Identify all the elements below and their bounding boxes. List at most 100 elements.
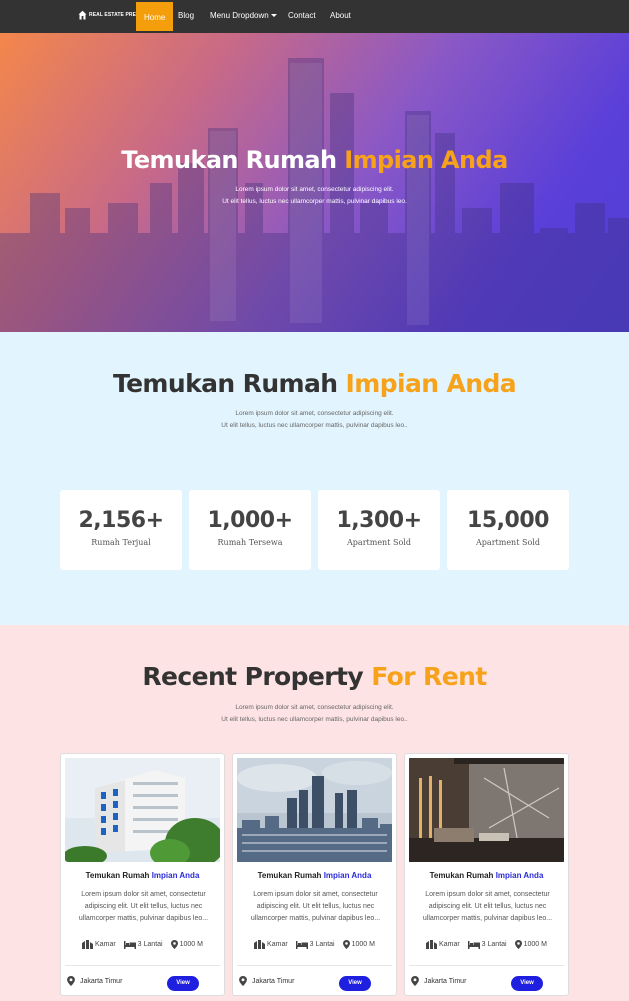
property-location-label: Jakarta Timur (424, 977, 467, 985)
property-image[interactable] (65, 758, 220, 862)
stat-value: 15,000 (467, 508, 549, 533)
city-skyline-image (0, 58, 629, 332)
property-title-main: Temukan Rumah (429, 871, 494, 880)
stat-card: 1,300+ Apartment Sold (318, 490, 440, 570)
property-image[interactable] (237, 758, 392, 862)
house-icon (78, 10, 87, 20)
property-location: Jakarta Timur (411, 976, 466, 986)
meta-luas-label: 1000 M (523, 941, 547, 948)
bed-icon (467, 940, 480, 949)
meta-luas-label: 1000 M (179, 941, 203, 948)
stats-subtitle-line1: Lorem ipsum dolor sit amet, consectetur … (235, 410, 394, 417)
rooms-icon (82, 940, 94, 949)
navbar: REAL ESTATE PRESS Home Blog Menu Dropdow… (0, 0, 629, 33)
property-title-main: Temukan Rumah (85, 871, 150, 880)
stat-label: Rumah Terjual (91, 538, 151, 547)
property-title-main: Temukan Rumah (257, 871, 322, 880)
nav-about[interactable]: About (330, 0, 351, 29)
property-description: Lorem ipsum dolor sit amet, consectetur … (78, 891, 209, 922)
property-title[interactable]: Temukan Rumah Impian Anda (61, 871, 224, 880)
property-title-accent: Impian Anda (495, 871, 544, 880)
property-card[interactable]: Temukan Rumah Impian Anda Lorem ipsum do… (60, 753, 225, 996)
stats-title-main: Temukan Rumah (112, 369, 338, 398)
property-description: Lorem ipsum dolor sit amet, consectetur … (422, 891, 553, 922)
view-button[interactable]: View (339, 976, 371, 991)
meta-kamar-label: Kamar (439, 941, 460, 948)
property-location: Jakarta Timur (239, 976, 294, 986)
card-divider (409, 965, 564, 966)
stat-label: Apartment Sold (347, 538, 411, 547)
rent-title-main: Recent Property (142, 662, 364, 691)
meta-lantai-label: 3 Lantai (137, 941, 163, 948)
stat-value: 1,300+ (336, 508, 422, 533)
stats-section: Temukan Rumah Impian Anda Lorem ipsum do… (0, 332, 629, 625)
map-pin-icon (170, 940, 178, 949)
nav-contact[interactable]: Contact (288, 0, 316, 29)
meta-luas: 1000 M (170, 940, 203, 949)
meta-kamar-label: Kamar (95, 941, 116, 948)
meta-luas: 1000 M (342, 940, 375, 949)
location-pin-icon (411, 976, 419, 986)
meta-lantai: 3 Lantai (467, 940, 507, 949)
view-button[interactable]: View (511, 976, 543, 991)
property-location-label: Jakarta Timur (252, 977, 295, 985)
property-location-label: Jakarta Timur (80, 977, 123, 985)
stat-value: 1,000+ (207, 508, 293, 533)
caret-down-icon (270, 14, 277, 17)
rent-title: Recent Property For Rent (0, 662, 629, 691)
nav-menu-dropdown[interactable]: Menu Dropdown (210, 0, 277, 29)
property-description: Lorem ipsum dolor sit amet, consectetur … (250, 891, 381, 922)
location-pin-icon (67, 976, 75, 986)
view-button[interactable]: View (167, 976, 199, 991)
meta-lantai: 3 Lantai (295, 940, 335, 949)
property-card[interactable]: Temukan Rumah Impian Anda Lorem ipsum do… (404, 753, 569, 996)
stat-label: Rumah Tersewa (217, 538, 283, 547)
hero-title: Temukan Rumah Impian Anda (0, 146, 629, 174)
bed-icon (123, 940, 136, 949)
rent-title-accent: For Rent (371, 662, 487, 691)
property-title[interactable]: Temukan Rumah Impian Anda (233, 871, 396, 880)
meta-kamar-label: Kamar (267, 941, 288, 948)
meta-kamar: Kamar (82, 940, 116, 949)
rooms-icon (254, 940, 266, 949)
meta-luas-label: 1000 M (351, 941, 375, 948)
property-title[interactable]: Temukan Rumah Impian Anda (405, 871, 568, 880)
rooms-icon (426, 940, 438, 949)
property-card[interactable]: Temukan Rumah Impian Anda Lorem ipsum do… (232, 753, 397, 996)
stats-subtitle-line2: Ut elit tellus, luctus nec ullamcorper m… (221, 422, 408, 429)
card-divider (237, 965, 392, 966)
property-meta: Kamar 3 Lantai 1000 M (405, 940, 568, 949)
hero-banner: Temukan Rumah Impian Anda Lorem ipsum do… (0, 33, 629, 332)
meta-kamar: Kamar (426, 940, 460, 949)
map-pin-icon (342, 940, 350, 949)
hero-subtitle-line2: Ut elit tellus, luctus nec ullamcorper m… (222, 198, 407, 205)
property-image[interactable] (409, 758, 564, 862)
stat-card: 1,000+ Rumah Tersewa (189, 490, 311, 570)
stat-label: Apartment Sold (476, 538, 540, 547)
nav-blog[interactable]: Blog (178, 0, 194, 29)
rent-section: Recent Property For Rent Lorem ipsum dol… (0, 625, 629, 1001)
property-meta: Kamar 3 Lantai 1000 M (233, 940, 396, 949)
map-pin-icon (514, 940, 522, 949)
stats-title-accent: Impian Anda (345, 369, 517, 398)
property-location: Jakarta Timur (67, 976, 122, 986)
hero-title-accent: Impian Anda (344, 146, 508, 174)
meta-lantai: 3 Lantai (123, 940, 163, 949)
rent-subtitle-line1: Lorem ipsum dolor sit amet, consectetur … (235, 704, 394, 711)
stat-value: 2,156+ (78, 508, 164, 533)
brand-name: REAL ESTATE PRESS (89, 12, 143, 18)
nav-home[interactable]: Home (136, 2, 174, 31)
stat-card: 2,156+ Rumah Terjual (60, 490, 182, 570)
hero-subtitle-line1: Lorem ipsum dolor sit amet, consectetur … (235, 186, 394, 193)
brand-logo[interactable]: REAL ESTATE PRESS (78, 10, 143, 20)
hero-title-main: Temukan Rumah (121, 146, 337, 174)
property-title-accent: Impian Anda (323, 871, 372, 880)
location-pin-icon (239, 976, 247, 986)
nav-menu-dropdown-label: Menu Dropdown (210, 11, 269, 20)
stat-card: 15,000 Apartment Sold (447, 490, 569, 570)
property-title-accent: Impian Anda (151, 871, 200, 880)
card-divider (65, 965, 220, 966)
meta-lantai-label: 3 Lantai (481, 941, 507, 948)
stats-title: Temukan Rumah Impian Anda (0, 369, 629, 398)
property-meta: Kamar 3 Lantai 1000 M (61, 940, 224, 949)
